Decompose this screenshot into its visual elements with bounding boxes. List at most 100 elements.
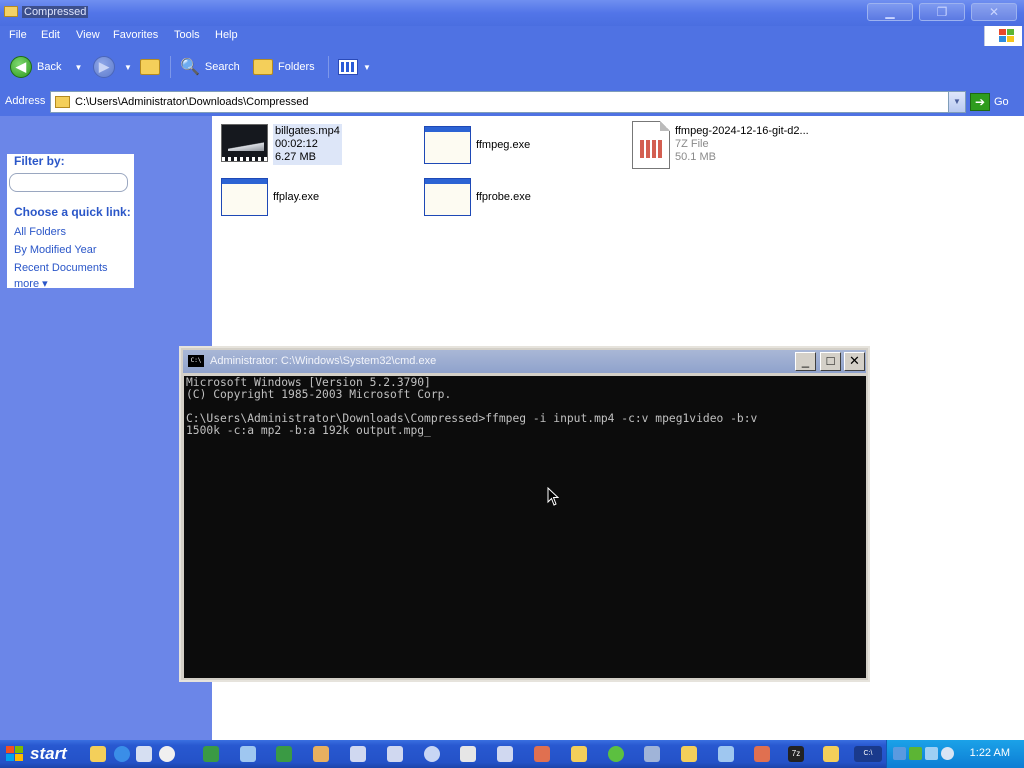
file-meta: ffmpeg-2024-12-16-git-d2... 7Z File 50.1… bbox=[675, 121, 809, 164]
address-dropdown-icon[interactable]: ▼ bbox=[948, 92, 965, 112]
search-button[interactable]: 🔍 Search bbox=[180, 55, 240, 79]
app-icon[interactable] bbox=[497, 746, 513, 762]
quick-link-title: Choose a quick link: bbox=[14, 205, 131, 219]
explorer-title-bar[interactable]: Compressed ▁ ❐ ✕ bbox=[0, 0, 1024, 26]
forward-arrow-icon: ▶ bbox=[93, 56, 115, 78]
7zip-icon[interactable]: 7z bbox=[788, 746, 804, 762]
app-icon[interactable] bbox=[276, 746, 292, 762]
file-item-ffmpeg[interactable]: ffmpeg.exe bbox=[424, 126, 530, 164]
app-icon[interactable] bbox=[350, 746, 366, 762]
settings-icon[interactable] bbox=[424, 746, 440, 762]
cmd-close-button[interactable]: ✕ bbox=[844, 352, 865, 371]
file-name: ffmpeg.exe bbox=[476, 139, 531, 151]
menu-edit[interactable]: Edit bbox=[41, 29, 60, 41]
file-duration: 00:02:12 bbox=[275, 138, 318, 150]
go-arrow-icon: ➔ bbox=[970, 93, 990, 111]
forward-button[interactable]: ▶ ▼ bbox=[93, 55, 132, 79]
menu-bar: File Edit View Favorites Tools Help bbox=[0, 26, 1024, 46]
app-icon[interactable] bbox=[387, 746, 403, 762]
app-icon[interactable] bbox=[203, 746, 219, 762]
link-more[interactable]: more ▾ bbox=[14, 277, 48, 290]
explorer-quicklaunch-icon[interactable] bbox=[90, 746, 106, 762]
search-icon: 🔍 bbox=[180, 59, 200, 76]
file-name: billgates.mp4 bbox=[275, 125, 340, 137]
folder-icon[interactable] bbox=[571, 746, 587, 762]
close-button[interactable]: ✕ bbox=[971, 3, 1017, 21]
address-label: Address bbox=[5, 95, 46, 107]
cmd-title: Administrator: C:\Windows\System32\cmd.e… bbox=[210, 355, 437, 367]
app-icon[interactable] bbox=[608, 746, 624, 762]
file-item-ffprobe[interactable]: ffprobe.exe bbox=[424, 178, 531, 216]
menu-file[interactable]: File bbox=[9, 29, 27, 41]
internet-explorer-icon[interactable] bbox=[114, 746, 130, 762]
address-bar: Address C:\Users\Administrator\Downloads… bbox=[0, 88, 1024, 116]
link-all-folders[interactable]: All Folders bbox=[14, 226, 66, 238]
toolbar: ◀ Back ▼ ▶ ▼ 🔍 Search Folders ▼ bbox=[0, 46, 1024, 88]
back-label: Back bbox=[37, 61, 62, 73]
start-button[interactable]: start bbox=[0, 740, 80, 768]
file-type: 7Z File bbox=[675, 138, 709, 150]
media-player-icon[interactable] bbox=[159, 746, 175, 762]
outlook-icon[interactable] bbox=[136, 746, 152, 762]
app-icon[interactable] bbox=[240, 746, 256, 762]
file-name: ffmpeg-2024-12-16-git-d2... bbox=[675, 125, 809, 137]
link-by-modified-year[interactable]: By Modified Year bbox=[14, 244, 97, 256]
folders-button[interactable]: Folders bbox=[253, 55, 315, 79]
tray-icon[interactable] bbox=[909, 747, 922, 760]
folders-label: Folders bbox=[278, 61, 315, 73]
views-dropdown-icon: ▼ bbox=[363, 62, 371, 72]
computer-icon[interactable] bbox=[460, 746, 476, 762]
filter-label: Filter by: bbox=[14, 154, 65, 168]
file-item-ffmpeg-7z[interactable]: ffmpeg-2024-12-16-git-d2... 7Z File 50.1… bbox=[632, 121, 809, 169]
tray-icon[interactable] bbox=[893, 747, 906, 760]
menu-favorites[interactable]: Favorites bbox=[113, 29, 158, 41]
back-button[interactable]: ◀ Back ▼ bbox=[10, 55, 82, 79]
tray-icon[interactable] bbox=[925, 747, 938, 760]
cmd-taskbar-button[interactable]: C:\ bbox=[854, 746, 882, 762]
address-path: C:\Users\Administrator\Downloads\Compres… bbox=[75, 96, 309, 108]
start-label: start bbox=[30, 744, 67, 763]
restore-button[interactable]: ❐ bbox=[919, 3, 965, 21]
folder-icon[interactable] bbox=[681, 746, 697, 762]
app-icon[interactable] bbox=[534, 746, 550, 762]
app-icon[interactable] bbox=[718, 746, 734, 762]
app-icon[interactable] bbox=[754, 746, 770, 762]
file-item-billgates[interactable]: billgates.mp4 00:02:12 6.27 MB bbox=[221, 124, 342, 165]
file-item-ffplay[interactable]: ffplay.exe bbox=[221, 178, 319, 216]
up-folder-icon bbox=[140, 59, 160, 75]
link-recent-documents[interactable]: Recent Documents bbox=[14, 262, 108, 274]
menu-help[interactable]: Help bbox=[215, 29, 238, 41]
up-folder-button[interactable] bbox=[140, 55, 160, 79]
address-input[interactable]: C:\Users\Administrator\Downloads\Compres… bbox=[50, 91, 966, 113]
file-meta: ffprobe.exe bbox=[476, 178, 531, 204]
file-size: 6.27 MB bbox=[275, 151, 316, 163]
folder-icon[interactable] bbox=[823, 746, 839, 762]
mouse-cursor-icon bbox=[547, 487, 559, 506]
go-button[interactable]: ➔ Go bbox=[970, 92, 1020, 112]
windows-flag-icon bbox=[6, 746, 24, 762]
menu-tools[interactable]: Tools bbox=[174, 29, 200, 41]
cmd-minimize-button[interactable]: _ bbox=[795, 352, 816, 371]
cmd-maximize-button[interactable]: □ bbox=[820, 352, 841, 371]
file-meta: ffplay.exe bbox=[273, 178, 319, 204]
tray-icon[interactable] bbox=[941, 747, 954, 760]
cmd-title-bar[interactable]: C:\ Administrator: C:\Windows\System32\c… bbox=[183, 350, 866, 373]
minimize-button[interactable]: ▁ bbox=[867, 3, 913, 21]
filter-input[interactable] bbox=[9, 173, 128, 192]
console-output[interactable]: Microsoft Windows [Version 5.2.3790] (C) … bbox=[184, 376, 866, 678]
search-label: Search bbox=[204, 61, 240, 73]
clock: 1:22 AM bbox=[969, 747, 1010, 759]
command-prompt-window[interactable]: C:\ Administrator: C:\Windows\System32\c… bbox=[179, 346, 870, 682]
menu-view[interactable]: View bbox=[76, 29, 100, 41]
app-icon[interactable] bbox=[644, 746, 660, 762]
file-size: 50.1 MB bbox=[675, 151, 716, 163]
back-dropdown-icon[interactable]: ▼ bbox=[74, 63, 82, 72]
file-meta: billgates.mp4 00:02:12 6.27 MB bbox=[273, 124, 342, 165]
back-arrow-icon: ◀ bbox=[10, 56, 32, 78]
views-button[interactable]: ▼ bbox=[338, 55, 371, 79]
forward-dropdown-icon[interactable]: ▼ bbox=[124, 63, 132, 72]
system-tray: 1:22 AM bbox=[886, 740, 1024, 768]
app-icon[interactable] bbox=[313, 746, 329, 762]
7z-archive-icon bbox=[632, 121, 670, 169]
folder-icon bbox=[55, 96, 70, 108]
